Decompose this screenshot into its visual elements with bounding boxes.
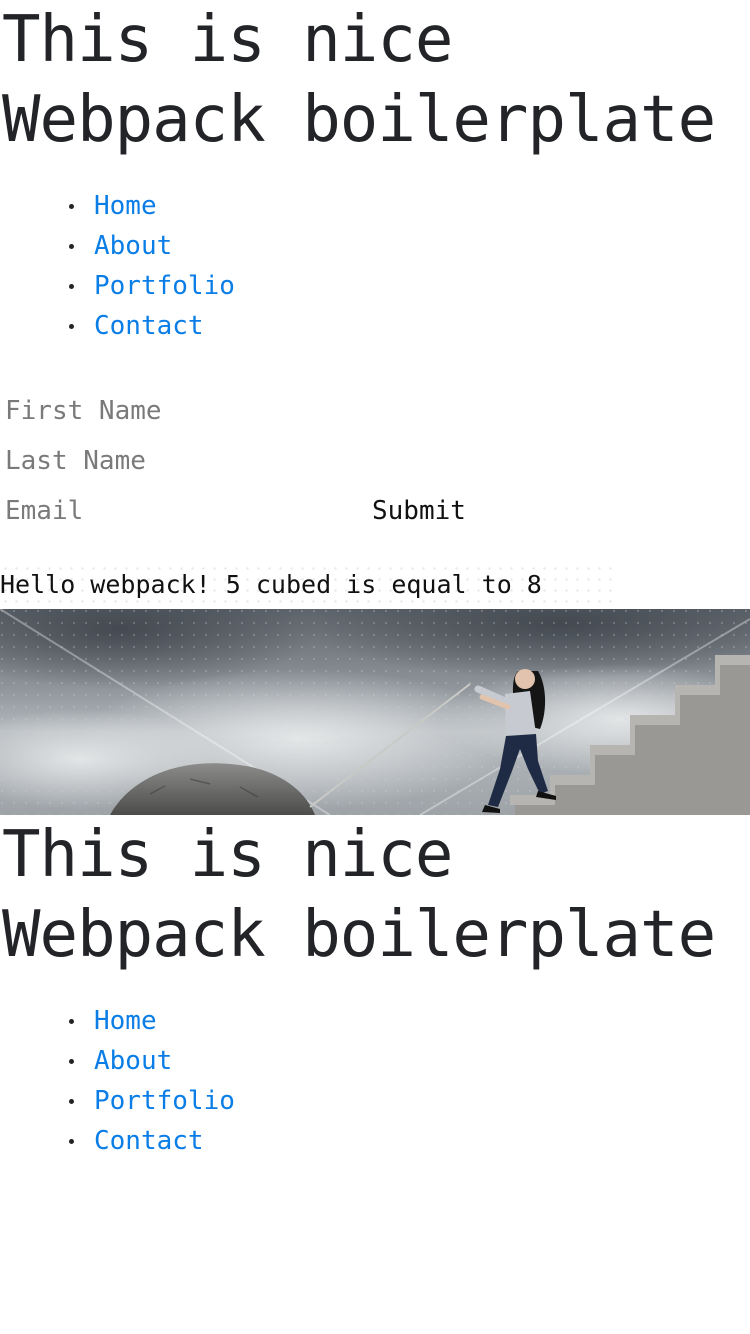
nav-link-portfolio[interactable]: Portfolio [94, 1086, 235, 1116]
nav-item-home: Home [69, 186, 750, 226]
nav-link-contact[interactable]: Contact [94, 1126, 204, 1156]
email-field[interactable] [0, 486, 355, 536]
nav-link-about[interactable]: About [94, 231, 172, 261]
nav-item-home: Home [69, 1001, 750, 1041]
nav-link-home[interactable]: Home [94, 191, 157, 221]
nav-item-portfolio: Portfolio [69, 1081, 750, 1121]
nav-link-about[interactable]: About [94, 1046, 172, 1076]
hello-message: Hello webpack! 5 cubed is equal to 8 [0, 563, 618, 607]
email-row: Submit [0, 486, 750, 536]
nav-menu-secondary: Home About Portfolio Contact [0, 1001, 750, 1161]
nav-item-contact: Contact [69, 306, 750, 346]
nav-item-about: About [69, 1041, 750, 1081]
signup-form: Submit [0, 386, 750, 536]
nav-link-portfolio[interactable]: Portfolio [94, 271, 235, 301]
page: This is nice Webpack boilerplate Home Ab… [0, 0, 750, 1334]
nav-link-home[interactable]: Home [94, 1006, 157, 1036]
submit-button[interactable]: Submit [372, 496, 466, 526]
section-title: This is nice Webpack boilerplate [2, 818, 716, 972]
nav-item-contact: Contact [69, 1121, 750, 1161]
page-title: This is nice Webpack boilerplate [2, 3, 716, 157]
last-name-field[interactable] [0, 436, 355, 486]
banner-illustration [0, 609, 750, 815]
first-name-field[interactable] [0, 386, 355, 436]
nav-link-contact[interactable]: Contact [94, 311, 204, 341]
banner-image [0, 609, 750, 815]
nav-item-about: About [69, 226, 750, 266]
nav-item-portfolio: Portfolio [69, 266, 750, 306]
nav-menu: Home About Portfolio Contact [0, 186, 750, 346]
